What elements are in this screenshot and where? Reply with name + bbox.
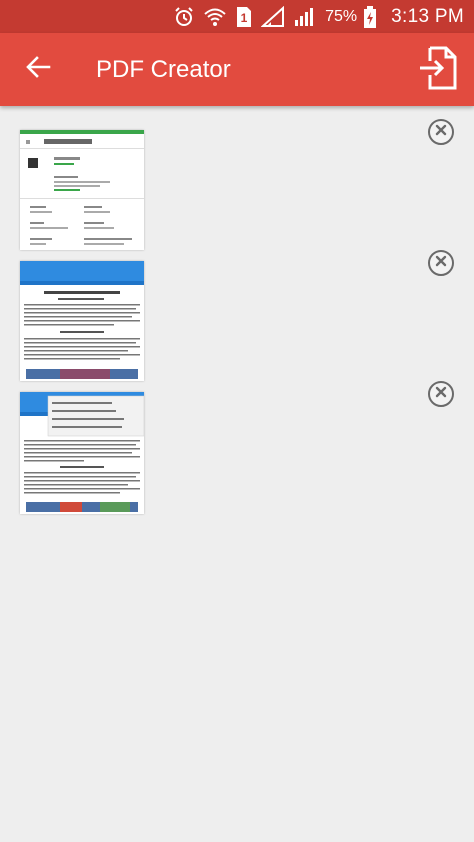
page-item bbox=[0, 368, 474, 514]
page-thumbnail[interactable] bbox=[20, 261, 144, 381]
page-item bbox=[0, 237, 474, 381]
close-icon bbox=[435, 254, 447, 272]
sim-slot-label: 1 bbox=[241, 11, 248, 25]
signal-icon bbox=[261, 5, 285, 28]
arrow-back-icon bbox=[25, 54, 51, 85]
close-icon bbox=[435, 385, 447, 403]
clock: 3:13 PM bbox=[391, 5, 464, 27]
page-title: PDF Creator bbox=[96, 56, 231, 83]
page-thumbnail[interactable] bbox=[20, 392, 144, 514]
page-item bbox=[0, 106, 474, 250]
alarm-icon bbox=[173, 6, 195, 28]
battery-percent: 75% bbox=[325, 7, 358, 25]
remove-page-button[interactable] bbox=[428, 119, 454, 145]
wifi-icon bbox=[203, 6, 227, 28]
close-icon bbox=[435, 123, 447, 141]
status-bar: 1 75% 3:13 PM bbox=[0, 0, 474, 33]
remove-page-button[interactable] bbox=[428, 381, 454, 407]
page-thumbnail[interactable] bbox=[20, 130, 144, 250]
sim-icon: 1 bbox=[235, 6, 253, 28]
export-pdf-button[interactable] bbox=[418, 45, 458, 96]
signal-icon bbox=[293, 6, 317, 28]
battery-charging-icon bbox=[363, 5, 377, 28]
back-button[interactable] bbox=[22, 53, 54, 85]
remove-page-button[interactable] bbox=[428, 250, 454, 276]
app-toolbar: PDF Creator bbox=[0, 33, 474, 106]
export-file-icon bbox=[418, 45, 458, 96]
